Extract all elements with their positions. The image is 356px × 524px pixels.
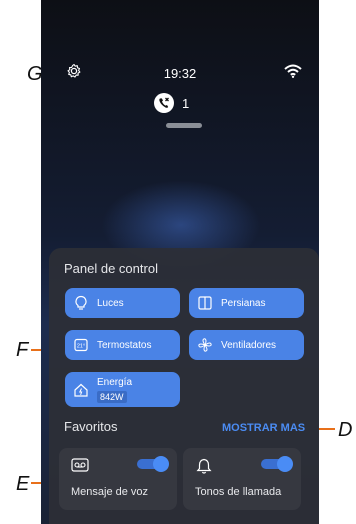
bulb-icon (75, 295, 87, 310)
tile-label: Ventiladores (221, 340, 277, 351)
status-time: 19:32 (163, 66, 197, 81)
callout-label-f: F (16, 339, 29, 361)
tile-energia[interactable]: Energía 842W (65, 372, 180, 407)
voicemail-icon (71, 458, 89, 472)
tile-label: Termostatos (97, 340, 152, 351)
fav-ringtones[interactable]: Tonos de llamada (183, 448, 301, 510)
missed-call-count: 1 (182, 96, 190, 111)
toggle-knob (153, 456, 169, 472)
svg-text:21°: 21° (77, 344, 85, 350)
callout-label-d: D (338, 419, 353, 441)
panel-title: Panel de control (64, 261, 158, 276)
tile-luces[interactable]: Luces (65, 288, 180, 318)
missed-call-icon[interactable] (154, 93, 174, 113)
tile-label: Luces (97, 298, 124, 309)
fan-icon (198, 338, 212, 352)
voicemail-toggle[interactable] (137, 456, 169, 472)
device-screen: 19:32 1 Panel de control Luces Persianas… (41, 0, 319, 524)
favorites-title: Favoritos (64, 419, 118, 434)
tile-ventiladores[interactable]: Ventiladores (189, 330, 304, 360)
toggle-knob (277, 456, 293, 472)
tile-label: Persianas (221, 298, 266, 309)
tile-label: Energía (97, 377, 133, 388)
tile-termostatos[interactable]: 21° Termostatos (65, 330, 180, 360)
fav-label: Tonos de llamada (195, 486, 282, 498)
tile-persianas[interactable]: Persianas (189, 288, 304, 318)
fav-label: Mensaje de voz (71, 486, 149, 498)
wifi-icon (284, 64, 302, 78)
fav-voicemail[interactable]: Mensaje de voz (59, 448, 177, 510)
energy-value: 842W (97, 391, 127, 403)
callout-label-e: E (16, 473, 30, 495)
show-more-link[interactable]: MOSTRAR MAS (222, 422, 305, 434)
thermostat-icon: 21° (74, 338, 88, 352)
ringtones-toggle[interactable] (261, 456, 293, 472)
shutter-icon (198, 296, 212, 310)
pull-down-handle[interactable] (166, 123, 202, 128)
bell-icon (196, 458, 212, 474)
energy-house-icon (74, 383, 88, 397)
